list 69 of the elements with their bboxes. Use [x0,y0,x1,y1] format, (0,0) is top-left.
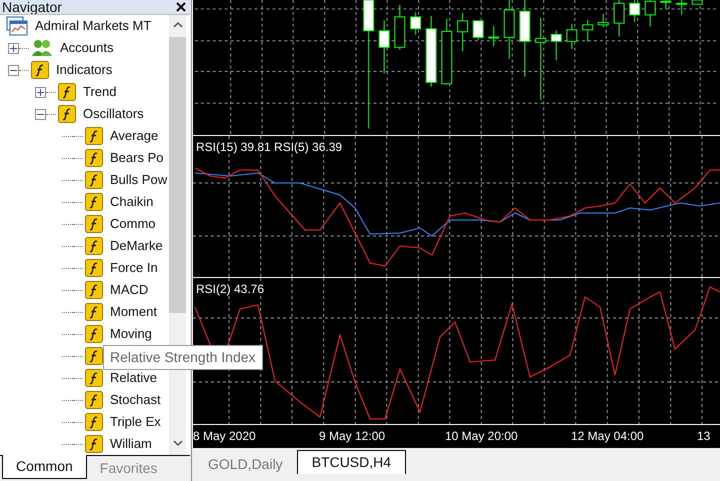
function-icon [85,127,103,145]
function-icon [85,193,103,211]
function-icon [85,215,103,233]
candlestick [598,13,609,28]
scroll-thumb[interactable] [169,37,186,313]
function-icon [85,149,103,167]
candlestick [582,19,594,42]
chart-tab[interactable]: BTCUSD,H4 [296,450,406,474]
scroll-down-icon[interactable] [172,439,182,447]
function-icon [85,171,103,189]
function-icon [31,61,49,79]
panel-title: Navigator [1,0,62,14]
function-icon [85,369,103,387]
tree-item[interactable]: Commo [110,214,156,234]
time-label: 12 May 04:00 [571,428,644,445]
candlestick [394,4,406,50]
function-icon [85,391,103,409]
function-icon [85,435,103,453]
function-icon [58,83,76,101]
panel-tab[interactable]: Common [2,455,87,479]
tree-item[interactable]: Bears Po [110,148,164,168]
tree-item[interactable]: Trend [83,82,116,102]
tree-item[interactable]: DeMarke [110,236,163,256]
tree-item[interactable]: Stochast [110,390,161,410]
candlestick [550,30,562,61]
candlestick [441,18,452,86]
function-icon [85,259,103,277]
tree-item[interactable]: Relative [110,368,157,388]
function-icon [85,413,103,431]
tree-item[interactable]: Indicators [56,60,112,80]
people-icon [31,38,53,58]
candlestick [472,20,484,40]
function-icon [85,325,103,343]
time-label: 10 May 20:00 [445,428,518,445]
time-label: 9 May 12:00 [319,428,386,445]
candlestick [566,23,578,50]
expander-box[interactable] [35,108,46,120]
tree-item[interactable]: Admiral Markets MT [35,16,152,36]
time-label: 8 May 2020 [193,428,256,445]
tree-item[interactable]: Oscillators [83,104,144,124]
close-icon[interactable] [176,2,186,12]
function-icon [58,105,76,123]
chart-tab[interactable]: GOLD,Daily [194,452,297,476]
tree-item[interactable]: MACD [110,280,148,300]
function-icon [85,347,103,365]
tree-item[interactable]: Average [110,126,158,146]
indicator-label: RSI(15) 39.81 RSI(5) 36.39 [196,141,342,153]
tree-item[interactable]: Chaikin [110,192,154,212]
scroll-up-icon[interactable] [172,21,182,29]
function-icon [85,237,103,255]
tree-item[interactable]: Moving [110,324,152,344]
tree-item[interactable]: Triple Ex [110,412,161,432]
expander-box[interactable] [35,86,46,98]
candlestick [457,12,468,52]
function-icon [85,303,103,321]
indicator-label: RSI(2) 43.76 [196,283,264,295]
candlestick [410,12,422,36]
expander-box[interactable] [8,42,19,54]
expander-box[interactable] [8,64,19,76]
tooltip: Relative Strength Index [103,345,263,370]
tree-item[interactable]: Accounts [60,38,114,58]
tree-item[interactable]: William [110,434,152,454]
tree-item[interactable]: Force In [110,258,158,278]
tree-item[interactable]: Bulls Pow [110,170,168,190]
candlestick [378,20,390,74]
tree-item[interactable]: Moment [110,302,157,322]
candlestick [488,25,500,47]
time-label: 13 [697,428,710,445]
function-icon [85,281,103,299]
